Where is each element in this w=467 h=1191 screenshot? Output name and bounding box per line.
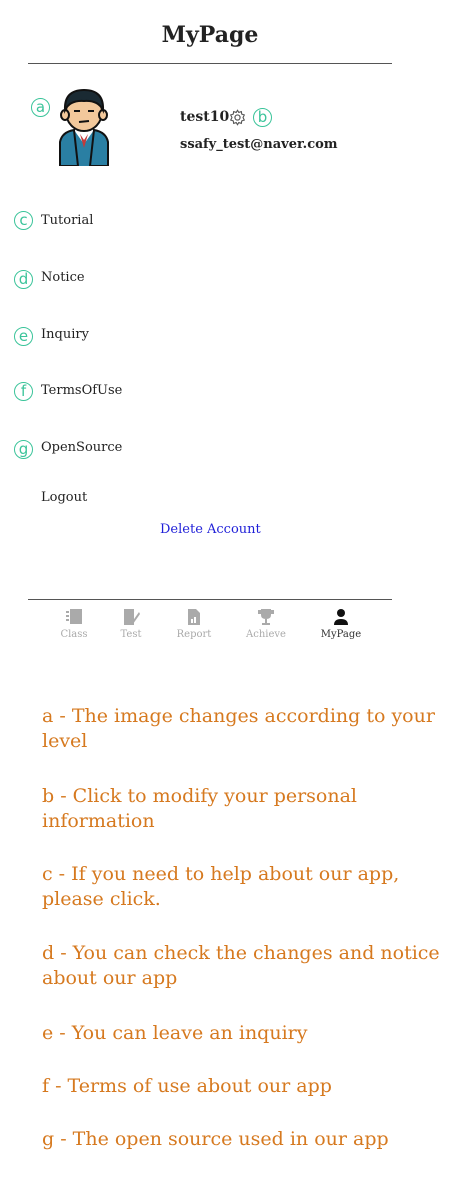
annotation-g: g - The open source used in our app bbox=[42, 1128, 389, 1150]
gear-icon[interactable] bbox=[229, 109, 246, 126]
nav-tab-report[interactable]: Report bbox=[164, 608, 224, 640]
annotation-d: d - You can check the changes and notice… bbox=[42, 942, 440, 989]
username: test10 bbox=[180, 109, 230, 125]
page-title: MyPage bbox=[161, 22, 259, 48]
nav-label: MyPage bbox=[320, 629, 362, 640]
logout-button[interactable]: Logout bbox=[41, 490, 87, 505]
nav-label: Achieve bbox=[246, 629, 286, 640]
avatar bbox=[59, 88, 109, 166]
menu-tutorial[interactable]: Tutorial bbox=[41, 213, 93, 228]
marker-a: a bbox=[31, 98, 50, 117]
class-icon bbox=[66, 609, 82, 624]
delete-account-link[interactable]: Delete Account bbox=[160, 522, 261, 537]
marker-e: e bbox=[14, 327, 33, 346]
nav-label: Test bbox=[120, 629, 142, 640]
nav-label: Class bbox=[60, 629, 88, 640]
annotation-e: e - You can leave an inquiry bbox=[42, 1022, 308, 1044]
menu-open-source[interactable]: OpenSource bbox=[41, 440, 122, 455]
nav-tab-achieve[interactable]: Achieve bbox=[236, 608, 296, 640]
trophy-icon bbox=[258, 609, 274, 625]
nav-tab-class[interactable]: Class bbox=[44, 608, 104, 640]
email: ssafy_test@naver.com bbox=[180, 137, 338, 152]
annotation-c: c - If you need to help about our app, p… bbox=[42, 863, 400, 910]
person-icon bbox=[334, 609, 348, 625]
menu-inquiry[interactable]: Inquiry bbox=[41, 327, 89, 342]
marker-c: c bbox=[14, 211, 33, 230]
marker-f: f bbox=[14, 382, 33, 401]
test-icon bbox=[124, 609, 140, 625]
menu-terms-of-use[interactable]: TermsOfUse bbox=[41, 383, 122, 398]
marker-d: d bbox=[14, 270, 33, 289]
report-icon bbox=[188, 609, 200, 625]
marker-g: g bbox=[14, 440, 33, 459]
annotation-a: a - The image changes according to your … bbox=[42, 705, 435, 752]
nav-label: Report bbox=[176, 629, 212, 640]
nav-divider bbox=[28, 599, 392, 600]
menu-notice[interactable]: Notice bbox=[41, 270, 85, 285]
nav-tab-test[interactable]: Test bbox=[101, 608, 161, 640]
header-divider bbox=[28, 63, 392, 64]
annotation-b: b - Click to modify your personal inform… bbox=[42, 785, 358, 832]
nav-tab-mypage[interactable]: MyPage bbox=[311, 608, 371, 640]
annotation-f: f - Terms of use about our app bbox=[42, 1075, 332, 1097]
marker-b: b bbox=[253, 108, 272, 127]
